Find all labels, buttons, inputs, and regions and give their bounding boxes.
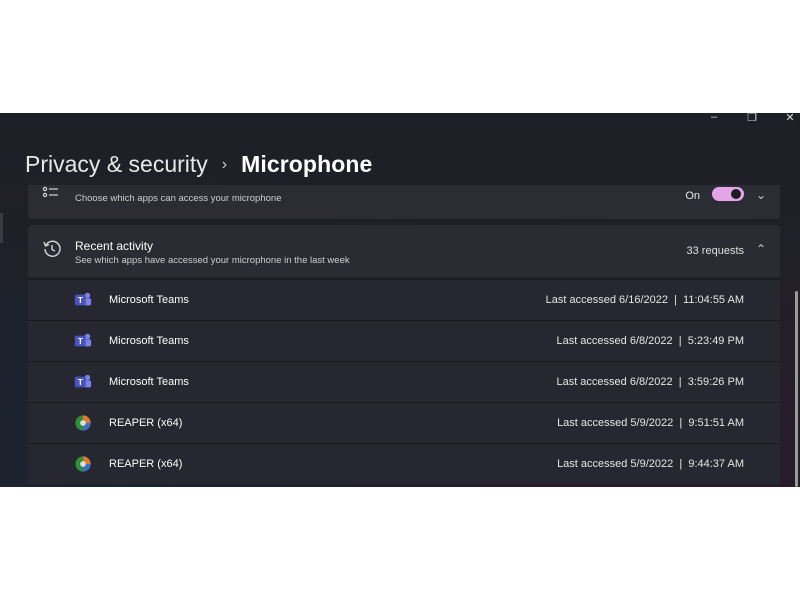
last-accessed-text: Last accessed 5/9/2022 | 9:44:37 AM bbox=[557, 458, 744, 470]
list-settings-icon bbox=[42, 186, 58, 198]
toggle-knob bbox=[731, 189, 741, 199]
scrollbar[interactable] bbox=[795, 291, 798, 487]
activity-row: T Microsoft Teams Last accessed 6/8/2022… bbox=[28, 361, 780, 402]
app-name: Microsoft Teams bbox=[109, 335, 189, 347]
app-name: Microsoft Teams bbox=[109, 294, 189, 306]
svg-text:T: T bbox=[78, 296, 83, 305]
close-button[interactable]: ✕ bbox=[780, 113, 800, 124]
last-accessed-text: Last accessed 6/16/2022 | 11:04:55 AM bbox=[545, 294, 744, 306]
teams-icon: T bbox=[74, 292, 92, 306]
chevron-down-icon[interactable]: ⌄ bbox=[756, 188, 766, 202]
chevron-up-icon[interactable]: ⌃ bbox=[756, 242, 766, 256]
toggle-state-label: On bbox=[685, 190, 700, 202]
settings-window: – ❐ ✕ Privacy & security › Microphone Ch… bbox=[0, 113, 800, 487]
app-name: REAPER (x64) bbox=[109, 417, 183, 429]
window-edge bbox=[0, 213, 3, 243]
recent-activity-title: Recent activity bbox=[75, 239, 154, 253]
request-count: 33 requests bbox=[686, 245, 744, 257]
svg-text:T: T bbox=[78, 378, 83, 387]
teams-icon: T bbox=[74, 374, 92, 388]
app-name: REAPER (x64) bbox=[109, 458, 183, 470]
app-name: Microsoft Teams bbox=[109, 376, 189, 388]
page-title: Microphone bbox=[241, 151, 373, 177]
breadcrumb: Privacy & security › Microphone bbox=[25, 151, 372, 178]
reaper-icon bbox=[75, 415, 91, 431]
activity-row: T Microsoft Teams Last accessed 6/8/2022… bbox=[28, 320, 780, 361]
activity-row: T Microsoft Teams Last accessed 6/16/202… bbox=[28, 279, 780, 320]
maximize-button[interactable]: ❐ bbox=[742, 113, 762, 124]
history-icon bbox=[43, 240, 61, 257]
recent-activity-subtitle: See which apps have accessed your microp… bbox=[75, 255, 350, 266]
last-accessed-text: Last accessed 5/9/2022 | 9:51:51 AM bbox=[557, 417, 744, 429]
app-access-card[interactable]: Choose which apps can access your microp… bbox=[28, 185, 780, 219]
teams-icon: T bbox=[74, 333, 92, 347]
last-accessed-text: Last accessed 6/8/2022 | 5:23:49 PM bbox=[556, 335, 744, 347]
breadcrumb-chevron-icon: › bbox=[221, 155, 228, 173]
recent-activity-card[interactable]: Recent activity See which apps have acce… bbox=[28, 225, 780, 277]
svg-text:T: T bbox=[78, 337, 83, 346]
app-access-subtitle: Choose which apps can access your microp… bbox=[75, 193, 282, 204]
breadcrumb-parent-link[interactable]: Privacy & security bbox=[25, 151, 208, 178]
last-accessed-text: Last accessed 6/8/2022 | 3:59:26 PM bbox=[556, 376, 744, 388]
activity-row: REAPER (x64) Last accessed 5/9/2022 | 9:… bbox=[28, 402, 780, 443]
minimize-button[interactable]: – bbox=[704, 113, 724, 124]
activity-row: REAPER (x64) Last accessed 5/9/2022 | 9:… bbox=[28, 443, 780, 484]
microphone-access-toggle[interactable] bbox=[712, 187, 744, 201]
reaper-icon bbox=[75, 456, 91, 472]
